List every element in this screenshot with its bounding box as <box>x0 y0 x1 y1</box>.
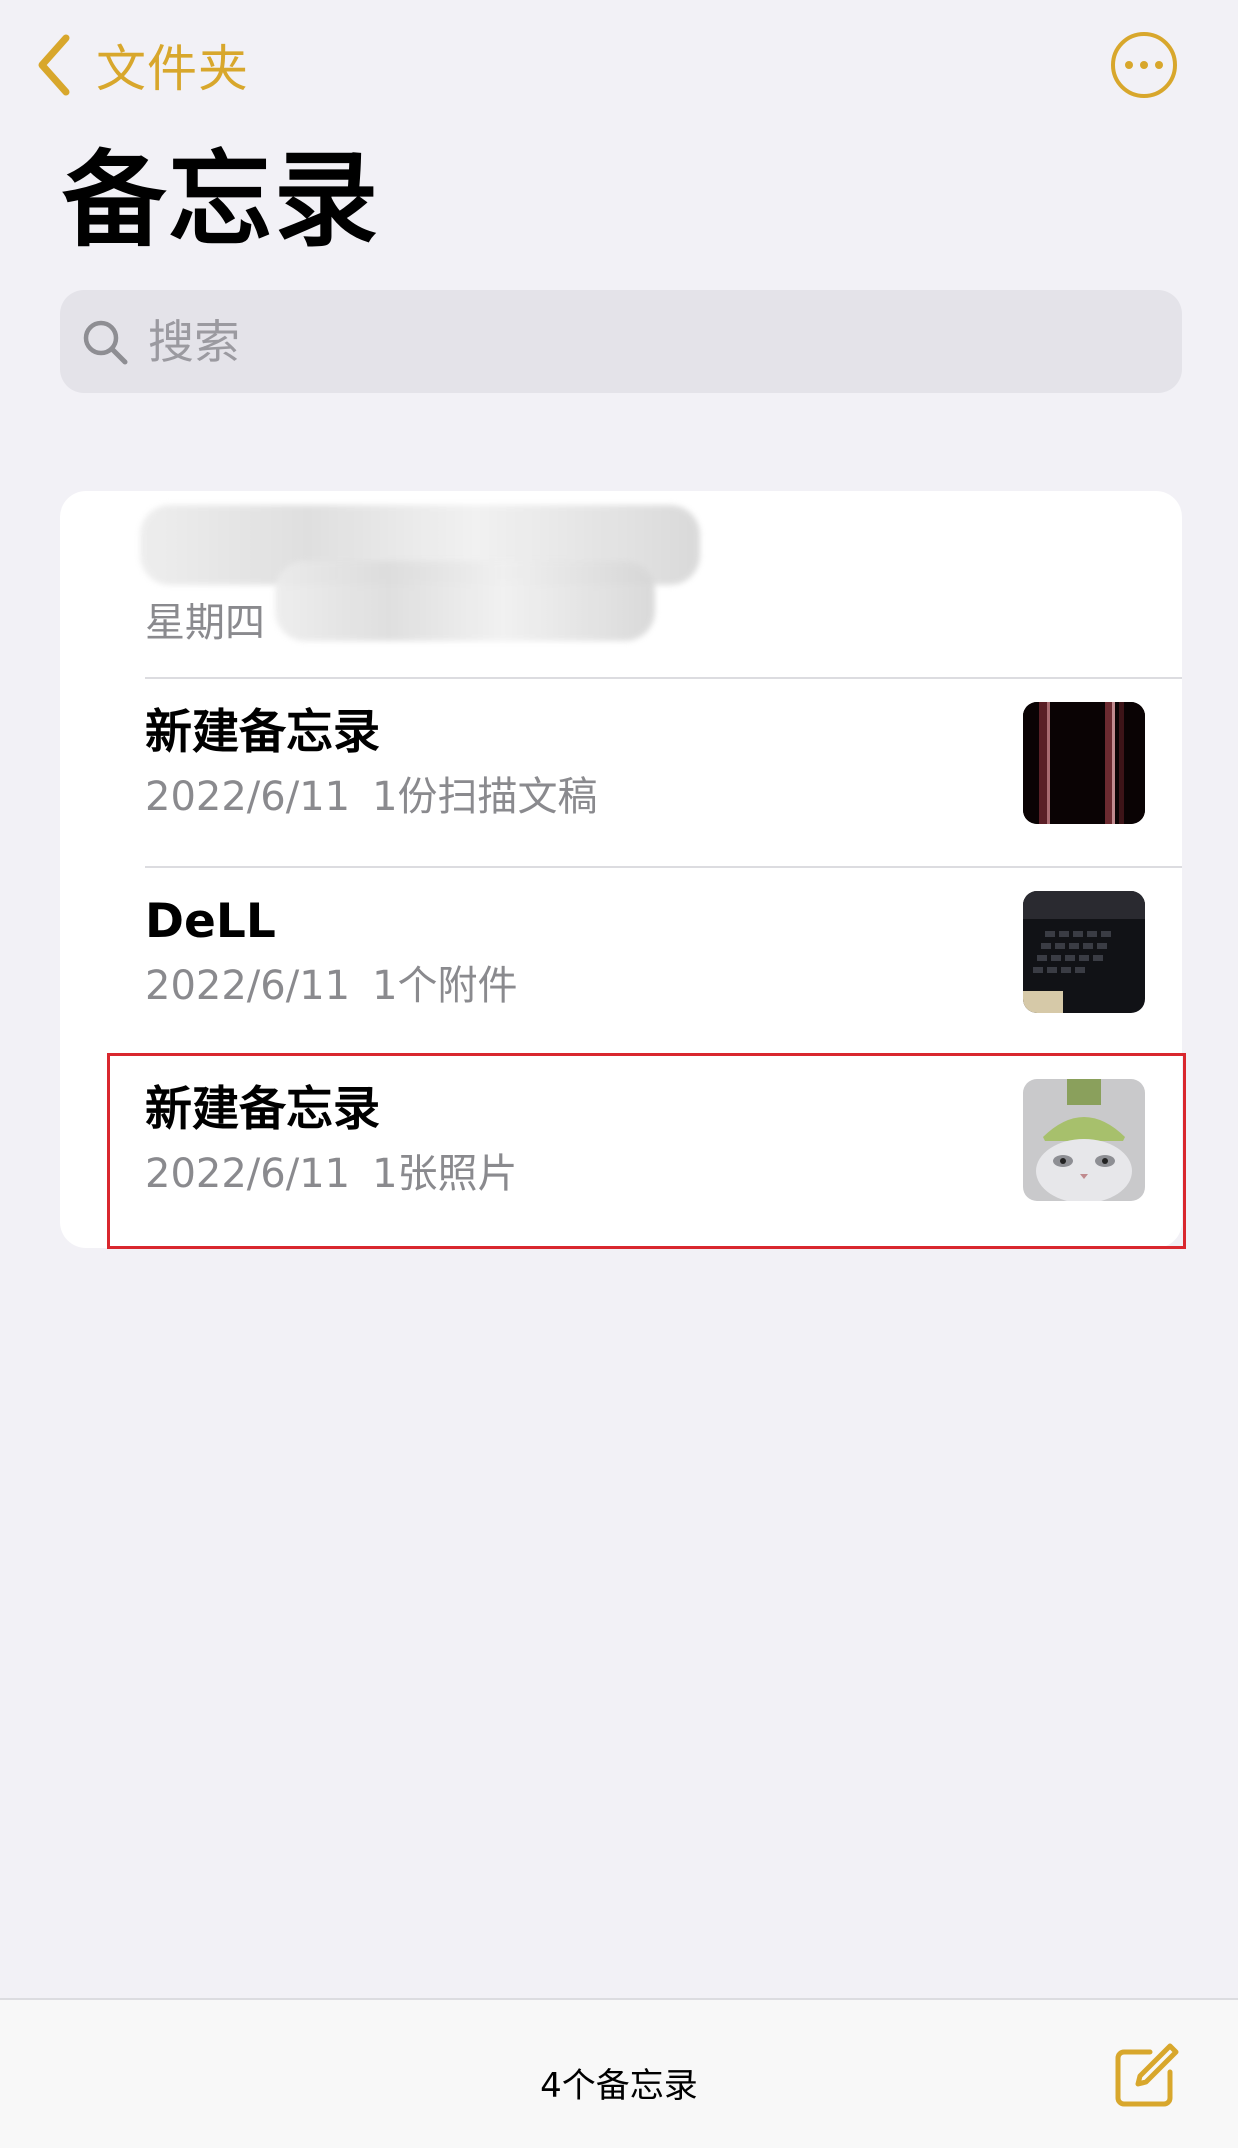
compose-button[interactable] <box>1110 2040 1182 2112</box>
search-bar[interactable] <box>60 290 1182 393</box>
note-title: 新建备忘录 <box>145 705 380 760</box>
search-icon <box>83 320 128 364</box>
selection-highlight <box>107 1053 1186 1249</box>
redacted-preview <box>275 561 655 641</box>
ellipsis-dot <box>1155 61 1163 69</box>
page-title: 备忘录 <box>62 139 381 261</box>
more-options-button[interactable] <box>1111 32 1177 98</box>
notes-count: 4个备忘录 <box>540 2066 698 2106</box>
note-subtitle: 2022/6/11 1份扫描文稿 <box>145 772 598 822</box>
navigation-bar: 文件夹 <box>0 0 1238 130</box>
note-date: 2022/6/11 <box>145 963 351 1009</box>
note-title: DeLL <box>145 894 276 949</box>
bottom-toolbar: 4个备忘录 <box>0 1998 1238 2148</box>
list-item[interactable]: DeLL 2022/6/11 1个附件 <box>60 868 1182 1056</box>
list-item[interactable]: 新建备忘录 2022/6/11 1份扫描文稿 <box>60 679 1182 867</box>
back-label: 文件夹 <box>96 40 249 98</box>
ellipsis-icon <box>1125 61 1133 69</box>
back-button[interactable]: 文件夹 <box>34 30 249 100</box>
search-input[interactable] <box>146 313 1050 370</box>
note-date: 星期四 <box>145 600 265 646</box>
compose-icon <box>1115 2043 1179 2107</box>
chevron-left-icon <box>38 34 70 96</box>
note-detail: 1份扫描文稿 <box>372 774 598 820</box>
note-date: 2022/6/11 <box>145 774 351 820</box>
list-item[interactable]: 星期四 <box>60 491 1182 679</box>
note-subtitle: 星期四 <box>145 598 265 648</box>
note-subtitle: 2022/6/11 1个附件 <box>145 961 518 1011</box>
laptop-keyboard-thumbnail-icon <box>1023 891 1145 1013</box>
scan-thumbnail-icon <box>1023 702 1145 824</box>
ellipsis-dot <box>1140 61 1148 69</box>
note-detail: 1个附件 <box>372 963 518 1009</box>
